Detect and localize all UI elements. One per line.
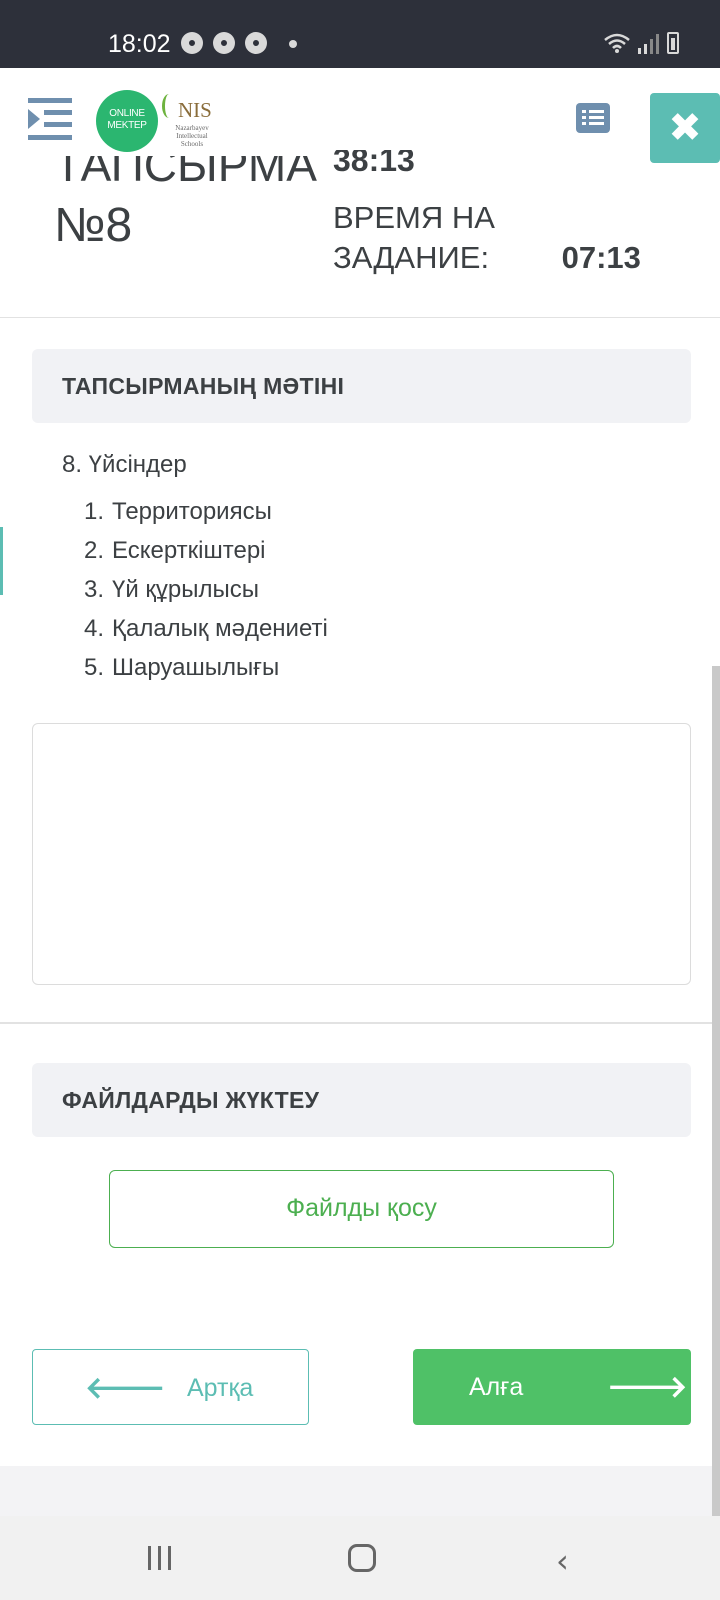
menu-toggle-icon[interactable] (28, 98, 72, 140)
status-time: 18:02 (108, 30, 171, 58)
list-item: 3. Үй құрылысы (84, 576, 260, 603)
list-item: 1. Территориясы (84, 498, 272, 525)
total-time: 38:13 (333, 150, 415, 174)
list-item: 5. Шаруашылығы (84, 654, 280, 681)
task-time: ВРЕМЯ НА ЗАДАНИЕ: 07:13 (333, 200, 641, 275)
options-list: 1. Территориясы 2. Ескерткіштері 3. Үй құры… (84, 497, 328, 692)
app-header: ONLINE MEKTEP NIS Nazarbayev Intellectua… (0, 68, 720, 318)
task-list-icon[interactable] (576, 103, 610, 133)
arrow-left-icon: 🡐 (85, 1372, 166, 1405)
back-nav-icon[interactable]: ‹ (556, 1542, 569, 1580)
task-text-heading: ТАПСЫРМАНЫҢ МӘТІНІ (32, 349, 691, 423)
home-icon[interactable] (348, 1544, 376, 1572)
next-button[interactable]: Алға 🡒 (413, 1349, 691, 1425)
side-indicator (0, 527, 3, 595)
scrollbar[interactable] (712, 666, 720, 1516)
question-title: 8. Үйсіндер (62, 451, 187, 478)
signal-icon (638, 34, 659, 54)
back-button[interactable]: 🡐 Артқа (32, 1349, 309, 1425)
more-notifications-icon (289, 40, 297, 48)
chrome-icon (245, 32, 267, 54)
chrome-icon (181, 32, 203, 54)
status-bar: 18:02 (0, 0, 720, 68)
nis-logo: NIS Nazarbayev Intellectual Schools (160, 88, 222, 152)
list-item: 2. Ескерткіштері (84, 537, 266, 564)
answer-textarea[interactable] (32, 723, 691, 985)
wifi-icon (604, 33, 630, 53)
task-title: ТАПСЫРМА (54, 156, 317, 182)
back-button-label: Артқа (187, 1374, 254, 1402)
android-nav-bar: ‹ (0, 1516, 720, 1600)
page-footer (0, 1466, 720, 1516)
task-time-value: 07:13 (561, 240, 641, 275)
battery-icon (667, 32, 679, 54)
files-heading: ФАЙЛДАРДЫ ЖҮКТЕУ (32, 1063, 691, 1137)
recent-apps-icon[interactable] (148, 1546, 174, 1570)
close-button[interactable]: ✖ (650, 93, 720, 163)
task-number: №8 (54, 199, 133, 252)
online-mektep-logo: ONLINE MEKTEP (96, 90, 158, 152)
list-item: 4. Қалалық мәдениеті (84, 615, 328, 642)
nis-leaf-icon (162, 94, 176, 118)
arrow-right-icon: 🡒 (607, 1371, 688, 1404)
next-button-label: Алға (469, 1373, 524, 1401)
add-file-button[interactable]: Файлды қосу (109, 1170, 614, 1248)
chrome-icon (213, 32, 235, 54)
section-divider (0, 1022, 720, 1024)
